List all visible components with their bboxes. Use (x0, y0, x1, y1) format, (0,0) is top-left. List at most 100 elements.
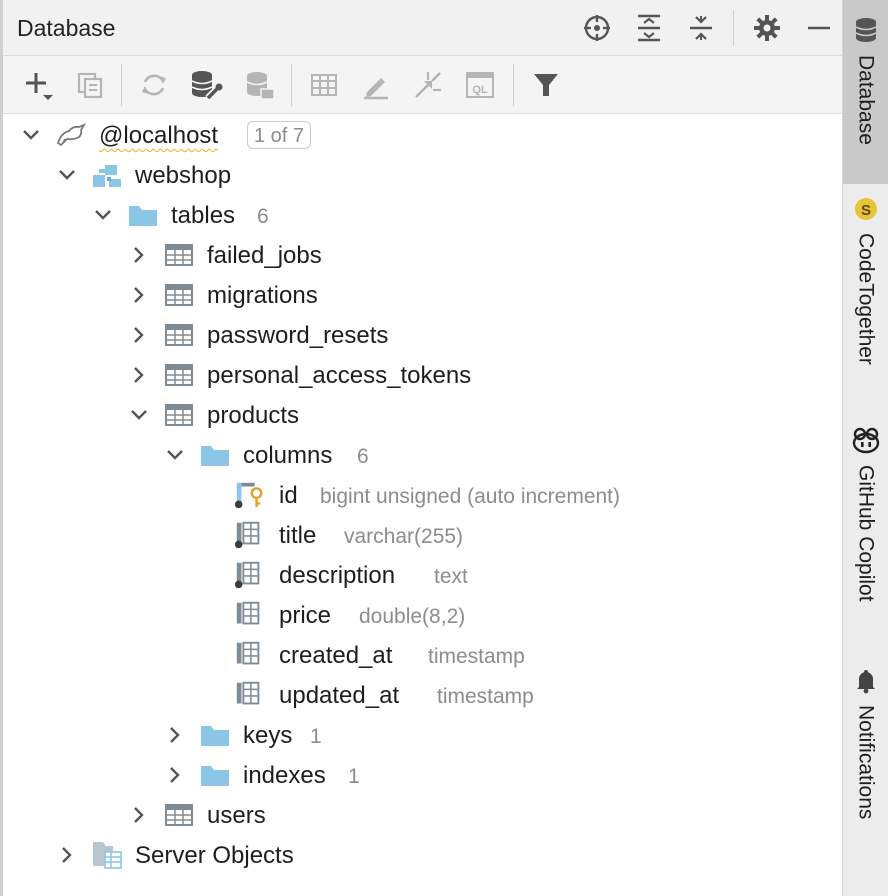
side-tab-codetogether[interactable]: S CodeTogether (843, 196, 888, 386)
side-tab-database[interactable]: Database (843, 0, 888, 184)
chevron-right-icon[interactable] (165, 725, 185, 745)
db-console-icon[interactable] (241, 66, 279, 104)
schema-icon (91, 161, 123, 189)
table-label: password_resets (207, 322, 389, 349)
codetogether-icon: S (853, 196, 879, 227)
chevron-right-icon[interactable] (165, 765, 185, 785)
side-tab-label: CodeTogether (854, 233, 878, 365)
tree-node-tables-folder[interactable]: tables 6 (3, 195, 845, 235)
svg-text:S: S (860, 202, 870, 219)
header-separator (733, 10, 734, 46)
toolbar-separator (291, 64, 292, 106)
expand-all-icon[interactable] (631, 10, 667, 46)
keys-count: 1 (310, 725, 322, 748)
edit-pencil-icon[interactable] (357, 66, 395, 104)
database-toolbar: QL (3, 56, 845, 114)
chevron-down-icon[interactable] (129, 405, 149, 425)
tree-node-column[interactable]: created_at timestamp (3, 635, 845, 675)
svg-text:QL: QL (472, 84, 488, 96)
query-console-icon[interactable]: QL (461, 66, 499, 104)
tree-node-keys-folder[interactable]: keys 1 (3, 715, 845, 755)
tree-node-columns-folder[interactable]: columns 6 (3, 435, 845, 475)
not-null-column-icon (233, 521, 265, 549)
column-type: timestamp (428, 645, 525, 668)
tree-node-table[interactable]: users (3, 795, 845, 835)
not-null-column-icon (233, 561, 265, 589)
chevron-right-icon[interactable] (129, 285, 149, 305)
tree-node-datasource[interactable]: @localhost 1 of 7 (3, 115, 845, 155)
tree-node-table[interactable]: personal_access_tokens (3, 355, 845, 395)
bell-icon (854, 668, 878, 699)
tables-count: 6 (257, 205, 269, 228)
server-objects-icon (91, 841, 123, 869)
table-label: users (207, 802, 266, 829)
column-name: updated_at (279, 682, 400, 709)
chevron-down-icon[interactable] (93, 205, 113, 225)
chevron-down-icon[interactable] (57, 165, 77, 185)
tree-node-schema[interactable]: webshop (3, 155, 845, 195)
column-name: title (279, 522, 317, 549)
datasource-properties-icon[interactable] (187, 66, 225, 104)
add-icon[interactable] (19, 66, 57, 104)
database-tool-window: Database QL @localhost 1 of 7 webshop ta… (0, 0, 845, 896)
tree-node-column[interactable]: price double(8,2) (3, 595, 845, 635)
gear-icon[interactable] (749, 10, 785, 46)
tree-node-column[interactable]: title varchar(255) (3, 515, 845, 555)
tree-node-column[interactable]: updated_at timestamp (3, 675, 845, 715)
chevron-down-icon[interactable] (165, 445, 185, 465)
jump-to-source-icon[interactable] (409, 66, 447, 104)
table-label: migrations (207, 282, 318, 309)
tree-node-column[interactable]: id bigint unsigned (auto increment) (3, 475, 845, 515)
side-tab-label: Database (854, 55, 878, 145)
datasource-count-badge: 1 of 7 (247, 121, 312, 149)
collapse-all-icon[interactable] (683, 10, 719, 46)
folder-icon (199, 721, 231, 749)
locate-target-icon[interactable] (579, 10, 615, 46)
tool-window-header: Database (3, 0, 845, 56)
database-icon (853, 16, 879, 49)
tree-node-table[interactable]: migrations (3, 275, 845, 315)
column-type: double(8,2) (359, 605, 466, 628)
column-icon (233, 681, 265, 709)
table-icon (163, 321, 195, 349)
table-icon (163, 401, 195, 429)
hide-minimize-icon[interactable] (801, 10, 837, 46)
table-view-icon[interactable] (305, 66, 343, 104)
chevron-right-icon[interactable] (57, 845, 77, 865)
chevron-right-icon[interactable] (129, 325, 149, 345)
column-icon (233, 641, 265, 669)
duplicate-icon[interactable] (71, 66, 109, 104)
tree-node-table[interactable]: password_resets (3, 315, 845, 355)
chevron-right-icon[interactable] (129, 245, 149, 265)
table-icon (163, 241, 195, 269)
side-tab-github-copilot[interactable]: GitHub Copilot (843, 426, 888, 636)
keys-folder-label: keys (243, 722, 293, 749)
table-icon (163, 801, 195, 829)
column-name: id (279, 482, 298, 509)
tree-node-indexes-folder[interactable]: indexes 1 (3, 755, 845, 795)
folder-icon (199, 441, 231, 469)
tree-node-column[interactable]: description text (3, 555, 845, 595)
side-tab-label: Notifications (854, 705, 878, 820)
refresh-icon[interactable] (135, 66, 173, 104)
chevron-right-icon[interactable] (129, 805, 149, 825)
chevron-right-icon[interactable] (129, 365, 149, 385)
columns-count: 6 (357, 445, 369, 468)
column-type: text (434, 565, 468, 588)
column-name: created_at (279, 642, 393, 669)
chevron-down-icon[interactable] (21, 125, 41, 145)
datasource-label: @localhost (99, 122, 219, 149)
column-type: varchar(255) (344, 525, 464, 548)
filter-icon[interactable] (527, 66, 565, 104)
tree-node-server-objects[interactable]: Server Objects (3, 835, 845, 875)
column-name: price (279, 602, 332, 629)
tree-node-table[interactable]: products (3, 395, 845, 435)
side-tab-notifications[interactable]: Notifications (843, 668, 888, 848)
table-icon (163, 281, 195, 309)
folder-icon (127, 201, 159, 229)
server-objects-label: Server Objects (135, 842, 294, 869)
right-tool-stripe: Database S CodeTogether GitHub Copilot N… (842, 0, 888, 896)
tree-node-table[interactable]: failed_jobs (3, 235, 845, 275)
table-label: products (207, 402, 300, 429)
database-tree: @localhost 1 of 7 webshop tables 6 faile… (3, 114, 845, 896)
